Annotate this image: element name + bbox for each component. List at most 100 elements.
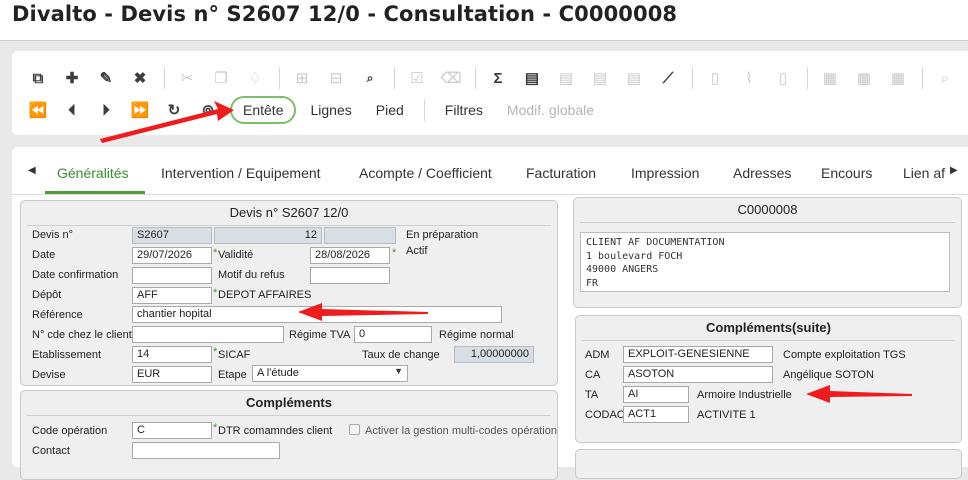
eraser-icon[interactable]: ⌫ — [439, 66, 463, 90]
required-marker: * — [213, 422, 218, 434]
refresh-icon[interactable]: ↻ — [162, 98, 186, 122]
ca-desc: Angélique SOTON — [783, 369, 874, 381]
status-label: En préparation — [406, 229, 479, 241]
clipboard-icon[interactable]: ▯ — [703, 66, 727, 90]
plus-icon[interactable]: ✚ — [60, 66, 84, 90]
ncde-client-field[interactable] — [132, 326, 284, 343]
address-line: CLIENT AF DOCUMENTATION — [586, 237, 725, 248]
regime-tva-field[interactable]: 0 — [354, 326, 432, 343]
entete-button[interactable]: Entête — [230, 96, 297, 124]
devis-number-field: S2607 — [132, 227, 212, 244]
taux-change-label: Taux de change — [362, 349, 440, 361]
tab-acompte[interactable]: Acompte / Coefficient — [359, 165, 492, 181]
regime-tva-name: Régime normal — [439, 329, 514, 341]
contact-field[interactable] — [132, 442, 280, 459]
tab-impression[interactable]: Impression — [631, 165, 699, 181]
validite-field[interactable]: 28/08/2026 — [310, 247, 390, 264]
last-icon[interactable]: ⏩ — [128, 98, 152, 122]
next-icon[interactable]: ⏵ — [94, 98, 118, 122]
lignes-button[interactable]: Lignes — [300, 98, 361, 122]
etablissement-label: Etablissement — [32, 349, 102, 361]
tab-encours[interactable]: Encours — [821, 165, 872, 181]
ca-field[interactable]: ASOTON — [623, 366, 773, 383]
ta-field[interactable]: AI — [623, 386, 689, 403]
chevron-down-icon: ▼ — [394, 366, 403, 376]
required-marker: * — [392, 247, 397, 259]
multi-code-checkbox[interactable] — [349, 424, 360, 435]
panel-divider — [27, 415, 551, 416]
title-bar: Divalto - Devis n° S2607 12/0 - Consulta… — [0, 0, 968, 41]
pied-button[interactable]: Pied — [366, 98, 414, 122]
search-list-icon[interactable]: ⌕ — [358, 66, 382, 90]
etablissement-name: SICAF — [218, 349, 251, 361]
regime-tva-label: Régime TVA — [289, 329, 351, 341]
chart-icon[interactable]: ⟋ — [656, 66, 680, 90]
address-line: 1 boulevard FOCH — [586, 250, 683, 262]
tab-adresses[interactable]: Adresses — [733, 165, 791, 181]
date-confirmation-field[interactable] — [132, 267, 212, 284]
export-icon[interactable]: ▦ — [852, 66, 876, 90]
complements-suite-panel: Compléments(suite) ADM EXPLOIT-GENESIENN… — [575, 315, 962, 443]
codac-field[interactable]: ACT1 — [623, 406, 689, 423]
save-icon[interactable]: ▦ — [818, 66, 842, 90]
remove-box-icon[interactable]: ⊟ — [324, 66, 348, 90]
tab-generalites[interactable]: Généralités — [57, 165, 129, 181]
devis-extra-field — [324, 227, 396, 244]
close-icon[interactable]: ✖ — [128, 66, 152, 90]
reference-label: Référence — [32, 309, 83, 321]
copy-icon[interactable]: ⧉ — [26, 66, 50, 90]
required-marker: * — [213, 346, 218, 358]
clipboard-list-icon[interactable]: ▯ — [771, 66, 795, 90]
panel-divider — [580, 222, 955, 223]
doc-money-icon[interactable]: ▤ — [520, 66, 544, 90]
attach-icon[interactable]: ⌇ — [737, 66, 761, 90]
code-operation-field[interactable]: C — [132, 422, 212, 439]
etablissement-field[interactable]: 14 — [132, 346, 212, 363]
codac-desc: ACTIVITE 1 — [697, 409, 756, 421]
tab-lien-af[interactable]: Lien af — [903, 165, 945, 181]
add-box-icon[interactable]: ⊞ — [290, 66, 314, 90]
duplicate-icon[interactable]: ❐ — [209, 66, 233, 90]
ta-label: TA — [585, 389, 599, 401]
validite-label: Validité — [218, 249, 254, 261]
motif-refus-label: Motif du refus — [218, 269, 285, 281]
binoculars-icon[interactable]: ⊚ — [196, 98, 220, 122]
etape-select[interactable]: A l'étude ▼ — [252, 365, 408, 382]
check-icon[interactable]: ☑ — [405, 66, 429, 90]
tab-intervention[interactable]: Intervention / Equipement — [161, 165, 321, 181]
import-icon[interactable]: ▦ — [886, 66, 910, 90]
ca-label: CA — [585, 369, 601, 381]
doc-send-icon[interactable]: ▤ — [622, 66, 646, 90]
toolbar-separator — [475, 67, 476, 89]
date-field[interactable]: 29/07/2026 — [132, 247, 212, 264]
first-icon[interactable]: ⏪ — [26, 98, 50, 122]
devise-field[interactable]: EUR — [132, 366, 212, 383]
depot-name: DEPOT AFFAIRES — [218, 289, 312, 301]
prev-icon[interactable]: ⏴ — [60, 98, 84, 122]
doc-gear-icon[interactable]: ▤ — [554, 66, 578, 90]
scissors-icon[interactable]: ✂ — [175, 66, 199, 90]
devis-panel-title: Devis n° S2607 12/0 — [229, 205, 349, 220]
toolbar-row-actions: ⧉ ✚ ✎ ✖ ✂ ❐ ♢ ⊞ ⊟ ⌕ ☑ ⌫ Σ ▤ ▤ ▤ ▤ ⟋ ▯ ⌇ … — [26, 63, 967, 93]
filtres-button[interactable]: Filtres — [435, 98, 493, 122]
modif-globale-button[interactable]: Modif. globale — [497, 98, 604, 122]
tab-facturation[interactable]: Facturation — [526, 165, 596, 181]
codac-label: CODAC — [585, 409, 625, 421]
pencil-icon[interactable]: ✎ — [94, 66, 118, 90]
tab-scroll-left-icon[interactable]: ◀ — [28, 165, 36, 176]
paste-icon[interactable]: ♢ — [243, 66, 267, 90]
search-icon[interactable]: ⌕ — [933, 66, 957, 90]
doc-print-icon[interactable]: ▤ — [588, 66, 612, 90]
title-divider — [0, 40, 968, 41]
complements-title: Compléments — [246, 395, 332, 410]
reference-field[interactable]: chantier hopital — [132, 306, 502, 323]
adm-field[interactable]: EXPLOIT-GENESIENNE — [623, 346, 773, 363]
sigma-icon[interactable]: Σ — [486, 66, 510, 90]
motif-refus-field[interactable] — [310, 267, 390, 284]
tab-scroll-right-icon[interactable]: ▶ — [950, 165, 958, 176]
devis-number-label: Devis n° — [32, 229, 74, 241]
complements-panel: Compléments Code opération C * DTR comam… — [20, 390, 558, 480]
depot-field[interactable]: AFF — [132, 287, 212, 304]
client-address: CLIENT AF DOCUMENTATION 1 boulevard FOCH… — [580, 232, 950, 292]
date-label: Date — [32, 249, 56, 261]
